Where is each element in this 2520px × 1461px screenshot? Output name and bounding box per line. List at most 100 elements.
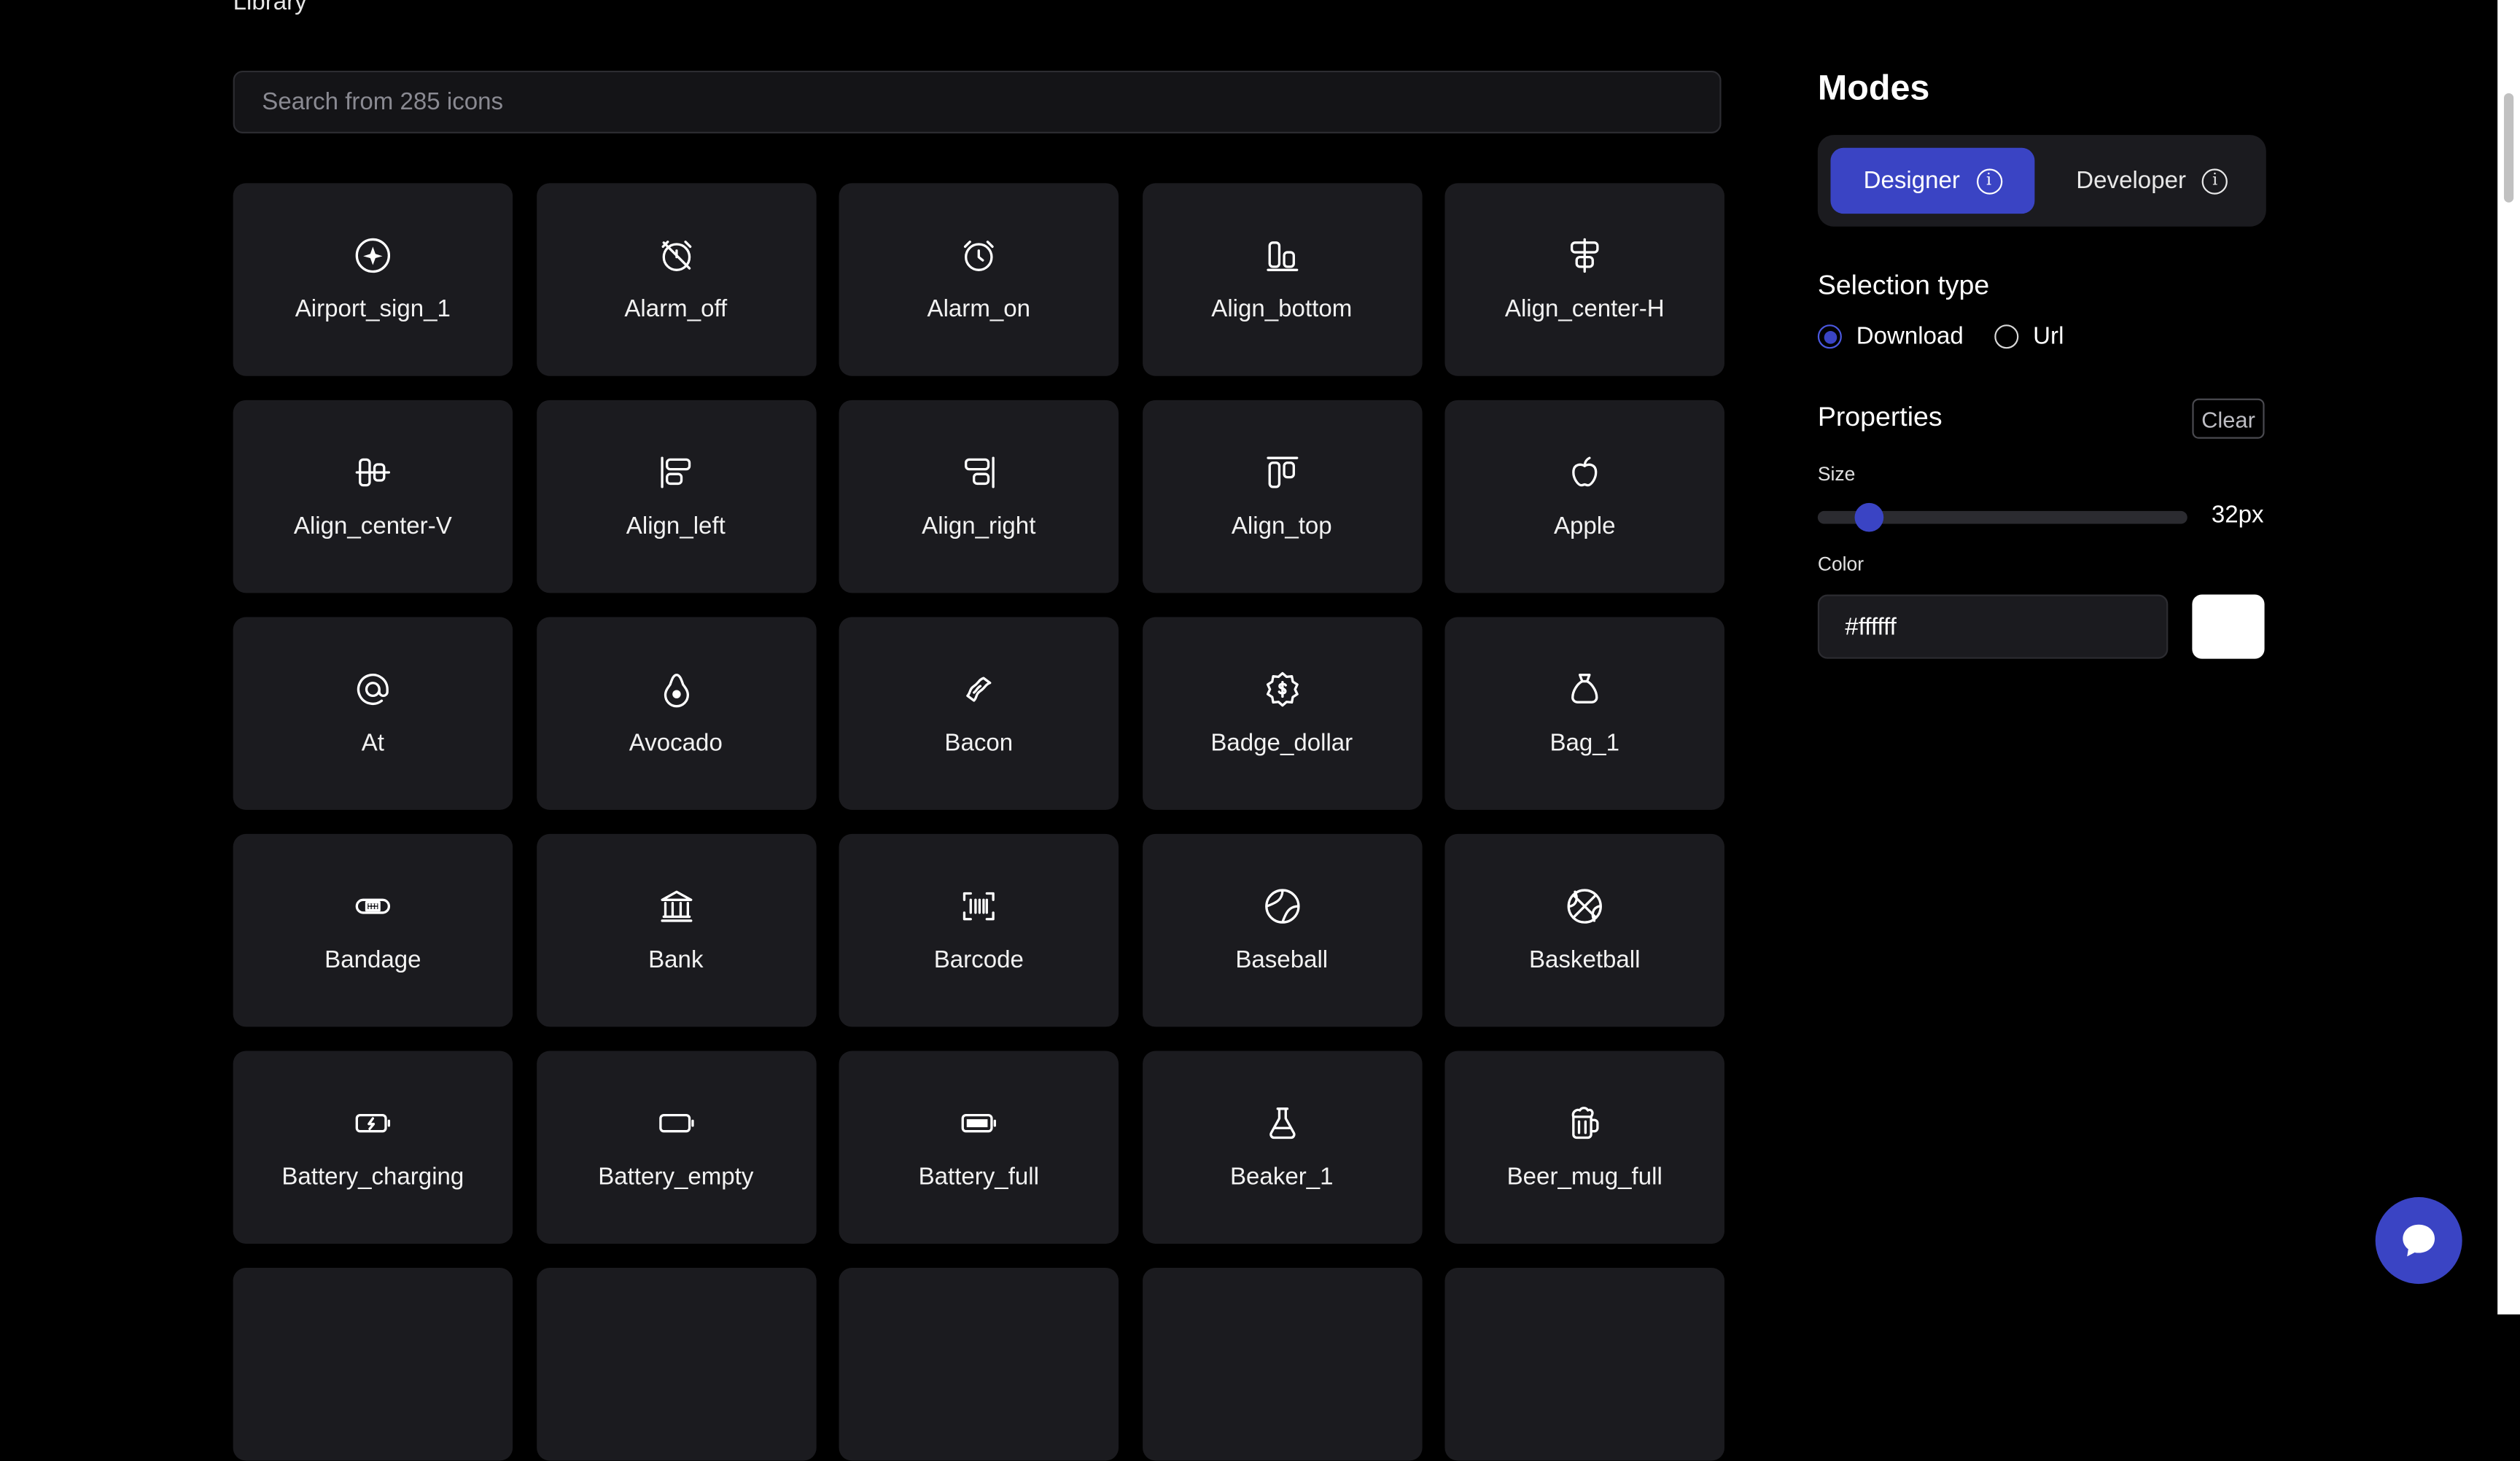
icon-label: Beer_mug_full (1506, 1162, 1662, 1191)
bacon-icon (958, 668, 1000, 709)
icon-card-align-bottom[interactable]: Align_bottom (1142, 183, 1422, 376)
icon-card-baseball[interactable]: Baseball (1142, 833, 1422, 1027)
selection-type-title: Selection type (1817, 270, 1990, 301)
icon-card-alarm-on[interactable]: Alarm_on (839, 183, 1119, 376)
modes-title: Modes (1817, 67, 1930, 108)
at-icon (352, 668, 394, 709)
color-swatch[interactable] (2192, 594, 2265, 659)
developer-mode-button[interactable]: Developer i (2050, 148, 2253, 214)
icon-label: Alarm_off (624, 295, 728, 322)
battery-charging-icon (352, 1102, 394, 1143)
icon-card[interactable] (233, 1268, 513, 1461)
align-right-icon (958, 451, 1000, 492)
airport-sign-icon (352, 234, 394, 276)
icon-card-apple[interactable]: Apple (1444, 400, 1724, 593)
icon-card-bank[interactable]: Bank (536, 833, 816, 1027)
scrollbar[interactable] (2497, 0, 2520, 1314)
beaker-icon (1261, 1102, 1302, 1143)
icon-label: Baseball (1235, 946, 1329, 973)
barcode-icon (958, 884, 1000, 926)
clear-button[interactable]: Clear (2192, 398, 2265, 439)
bandage-icon (352, 884, 394, 926)
icon-card[interactable] (839, 1268, 1119, 1461)
icon-label: Align_right (922, 512, 1036, 539)
icon-label: At (361, 728, 384, 757)
radio-url[interactable]: Url (1994, 323, 2064, 350)
color-input[interactable] (1841, 611, 2144, 642)
search-box[interactable] (233, 70, 1722, 133)
icon-grid: Airport_sign_1 Alarm_off Alarm_on Align_… (233, 183, 1724, 1461)
icon-card-beer-mug[interactable]: Beer_mug_full (1444, 1051, 1724, 1244)
icon-label: Apple (1553, 512, 1616, 539)
icon-card-at[interactable]: At (233, 617, 513, 810)
icon-card-alarm-off[interactable]: Alarm_off (536, 183, 816, 376)
icon-card[interactable] (1142, 1268, 1422, 1461)
radio-label: Url (2033, 323, 2064, 351)
bank-icon (655, 884, 696, 926)
align-bottom-icon (1261, 234, 1302, 276)
icon-card-align-left[interactable]: Align_left (536, 400, 816, 593)
bag-icon (1564, 668, 1606, 709)
radio-download[interactable]: Download (1817, 323, 1964, 350)
icon-card-beaker[interactable]: Beaker_1 (1142, 1051, 1422, 1244)
slider-thumb[interactable] (1854, 502, 1884, 532)
alarm-off-icon (655, 234, 696, 276)
apple-icon (1564, 451, 1606, 492)
icon-card-align-center-h[interactable]: Align_center-H (1444, 183, 1724, 376)
icon-card-bacon[interactable]: Bacon (839, 617, 1119, 810)
size-value: 32px (2211, 501, 2264, 529)
icon-label: Bank (648, 946, 704, 973)
icon-card[interactable] (1444, 1268, 1724, 1461)
designer-mode-button[interactable]: Designer i (1830, 147, 2035, 214)
icon-label: Bacon (944, 728, 1014, 757)
icon-label: Bandage (324, 946, 421, 973)
icon-label: Align_center-H (1504, 295, 1665, 322)
icon-card-airport-sign[interactable]: Airport_sign_1 (233, 183, 513, 376)
battery-empty-icon (655, 1102, 696, 1143)
search-input[interactable] (258, 87, 1696, 117)
info-icon[interactable]: i (2202, 168, 2228, 194)
icon-card[interactable] (536, 1268, 816, 1461)
color-field[interactable] (1817, 594, 2169, 659)
alarm-on-icon (958, 234, 1000, 276)
icon-label: Avocado (629, 728, 723, 757)
icon-label: Basketball (1528, 946, 1641, 973)
radio-button-checked[interactable] (1817, 324, 1842, 349)
icon-card-badge-dollar[interactable]: Badge_dollar (1142, 617, 1422, 810)
icon-card-align-top[interactable]: Align_top (1142, 400, 1422, 593)
properties-title: Properties (1817, 402, 1942, 432)
icon-label: Battery_full (918, 1162, 1039, 1191)
beer-mug-icon (1564, 1102, 1606, 1143)
chat-button[interactable] (2375, 1197, 2462, 1285)
icon-card-bandage[interactable]: Bandage (233, 833, 513, 1027)
badge-dollar-icon (1261, 668, 1302, 709)
icon-label: Barcode (933, 946, 1024, 973)
icon-card-align-right[interactable]: Align_right (839, 400, 1119, 593)
icon-label: Battery_empty (598, 1162, 754, 1191)
icon-label: Align_bottom (1211, 295, 1353, 322)
color-label: Color (1817, 553, 1864, 576)
icon-card-battery-empty[interactable]: Battery_empty (536, 1051, 816, 1244)
icon-label: Battery_charging (281, 1162, 464, 1191)
page: Library Airport_sign_1 Alarm_off Alarm_o… (0, 0, 2520, 1461)
icon-card-align-center-v[interactable]: Align_center-V (233, 400, 513, 593)
icon-card-basketball[interactable]: Basketball (1444, 833, 1724, 1027)
icon-card-battery-full[interactable]: Battery_full (839, 1051, 1119, 1244)
icon-label: Badge_dollar (1210, 728, 1353, 757)
developer-label: Developer (2076, 167, 2186, 195)
icon-label: Airport_sign_1 (295, 295, 451, 322)
icon-card-barcode[interactable]: Barcode (839, 833, 1119, 1027)
scrollbar-thumb[interactable] (2503, 93, 2514, 203)
icon-card-bag[interactable]: Bag_1 (1444, 617, 1724, 810)
icon-label: Bag_1 (1549, 728, 1620, 757)
icon-card-avocado[interactable]: Avocado (536, 617, 816, 810)
info-icon[interactable]: i (1975, 168, 2002, 194)
size-slider[interactable] (1817, 502, 2188, 532)
radio-button-unchecked[interactable] (1994, 324, 2019, 349)
icon-label: Align_left (626, 512, 726, 539)
icon-label: Align_center-V (293, 512, 452, 539)
chat-bubble-icon (2403, 1224, 2435, 1257)
icon-card-battery-charging[interactable]: Battery_charging (233, 1051, 513, 1244)
modes-toggle: Designer i Developer i (1817, 135, 2266, 227)
battery-full-icon (958, 1102, 1000, 1143)
